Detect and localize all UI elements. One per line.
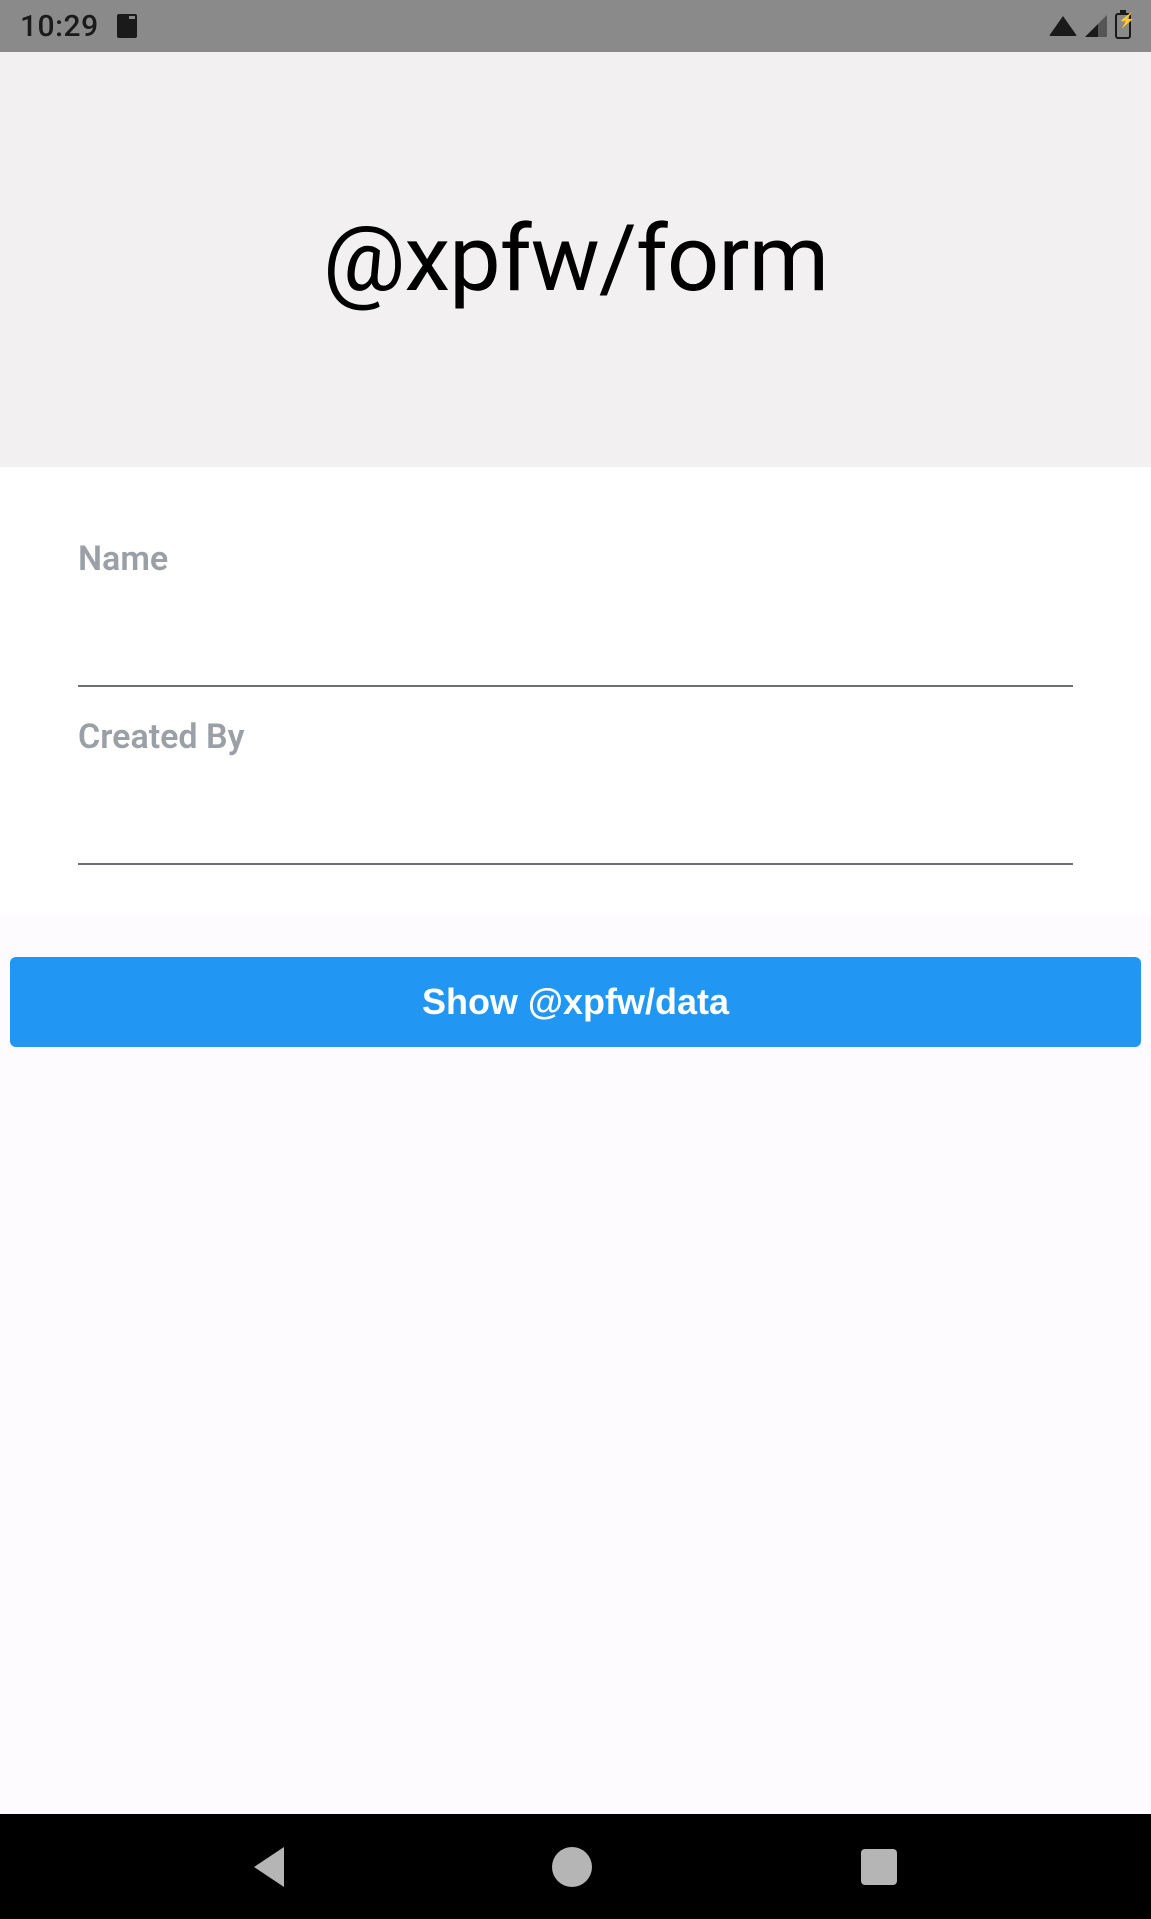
home-button[interactable] <box>552 1847 592 1887</box>
name-label: Name <box>78 539 1073 579</box>
created-by-label: Created By <box>78 717 1073 757</box>
recent-apps-button[interactable] <box>861 1849 897 1885</box>
name-input[interactable] <box>78 587 1073 687</box>
form-section: Name Created By <box>0 467 1151 915</box>
battery-icon <box>1115 13 1131 39</box>
navigation-bar <box>0 1814 1151 1919</box>
show-data-button[interactable]: Show @xpfw/data <box>10 957 1141 1047</box>
status-right <box>1049 13 1131 39</box>
content-area: @xpfw/form Name Created By Show @xpfw/da… <box>0 52 1151 1814</box>
signal-icon <box>1085 15 1107 37</box>
back-button[interactable] <box>254 1847 284 1887</box>
created-by-input[interactable] <box>78 765 1073 865</box>
wifi-icon <box>1049 16 1077 36</box>
form-field-name: Name <box>78 539 1073 687</box>
form-field-created-by: Created By <box>78 717 1073 865</box>
page-title: @xpfw/form <box>323 206 828 313</box>
status-time: 10:29 <box>20 9 99 44</box>
status-bar: 10:29 <box>0 0 1151 52</box>
status-left: 10:29 <box>20 9 137 44</box>
header-section: @xpfw/form <box>0 52 1151 467</box>
sd-card-icon <box>117 14 137 38</box>
